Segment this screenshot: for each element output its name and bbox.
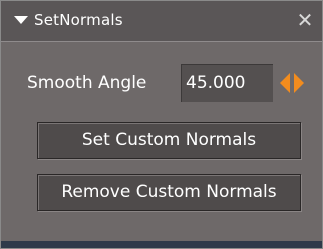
- smooth-angle-label: Smooth Angle: [27, 73, 147, 93]
- spinner-right-arrow-icon: [294, 73, 304, 93]
- spinner-arrows-icon[interactable]: [279, 71, 305, 95]
- panel-title: SetNormals: [34, 11, 123, 29]
- bottom-edge-bar: [1, 241, 322, 248]
- close-icon[interactable]: ✕: [292, 5, 318, 35]
- collapse-arrow-icon[interactable]: [14, 16, 28, 24]
- panel-titlebar[interactable]: SetNormals ✕: [1, 1, 322, 42]
- set-custom-normals-button[interactable]: Set Custom Normals: [37, 122, 301, 159]
- remove-custom-normals-button[interactable]: Remove Custom Normals: [37, 174, 301, 211]
- smooth-angle-input[interactable]: 45.000: [181, 64, 273, 102]
- setnormals-panel: SetNormals ✕ Smooth Angle 45.000 Set Cus…: [0, 0, 323, 249]
- spinner-left-arrow-icon: [280, 73, 290, 93]
